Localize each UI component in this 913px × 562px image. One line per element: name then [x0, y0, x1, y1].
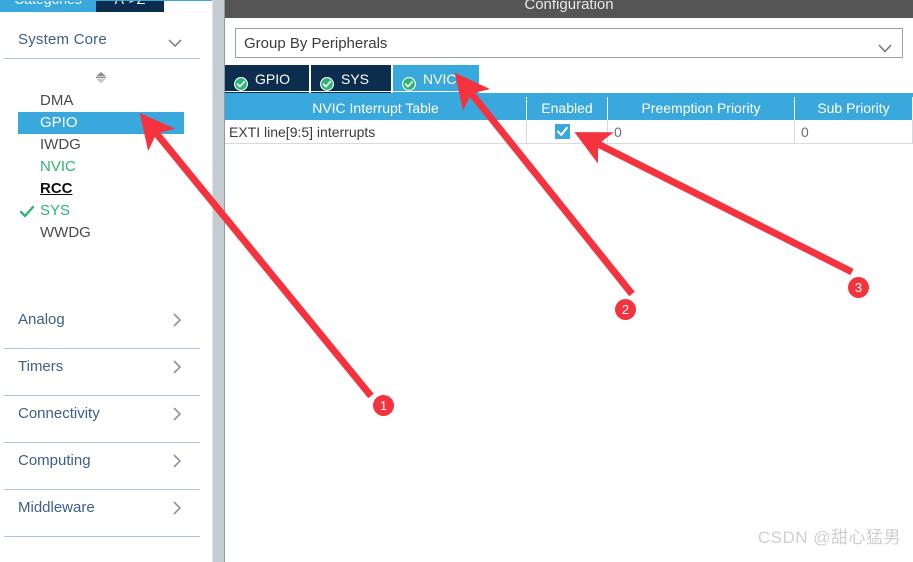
- peripheral-item-iwdg[interactable]: IWDG: [0, 134, 204, 156]
- peripheral-label: WWDG: [40, 224, 91, 241]
- scroll-indicator-icon[interactable]: [93, 71, 109, 85]
- column-header-sub-priority[interactable]: Sub Priority: [795, 97, 913, 120]
- green-check-circle-icon: [320, 72, 334, 91]
- watermark: CSDN @甜心猛男: [757, 528, 901, 547]
- page-title: Configuration: [524, 0, 614, 13]
- tab-nvic[interactable]: NVIC: [393, 65, 479, 93]
- category-item-middleware[interactable]: Middleware: [0, 490, 204, 537]
- peripheral-label: DMA: [40, 92, 74, 109]
- annotation-marker-1: 1: [373, 395, 394, 416]
- category-label: Computing: [18, 452, 91, 469]
- annotation-marker-3: 3: [848, 277, 869, 298]
- cell-preemption-priority[interactable]: 0: [608, 120, 795, 144]
- tabstrip-underline: [0, 0, 212, 1]
- peripheral-item-dma[interactable]: DMA: [0, 90, 204, 112]
- tab-a-to-z[interactable]: A->Z: [96, 0, 164, 12]
- group-header-divider: [4, 58, 200, 59]
- green-check-icon: [19, 204, 35, 218]
- tab-label: GPIO: [255, 71, 291, 87]
- peripheral-item-nvic[interactable]: NVIC: [0, 156, 204, 178]
- category-label: Connectivity: [18, 405, 100, 422]
- chevron-right-icon: [172, 407, 182, 421]
- panel-splitter[interactable]: [212, 0, 225, 562]
- column-header-nvic-interrupt-table[interactable]: NVIC Interrupt Table: [225, 97, 527, 120]
- annotation-marker-2: 2: [615, 299, 636, 320]
- column-header-enabled[interactable]: Enabled: [527, 97, 608, 120]
- tab-sys[interactable]: SYS: [311, 65, 391, 93]
- peripheral-label: RCC: [40, 180, 73, 197]
- group-header-system-core[interactable]: System Core: [0, 26, 204, 58]
- table-row[interactable]: EXTI line[9:5] interrupts 0 0: [225, 120, 913, 144]
- group-by-dropdown[interactable]: Group By Peripherals: [235, 28, 903, 58]
- chevron-right-icon: [172, 360, 182, 374]
- peripheral-list: DMA GPIO IWDG NVIC RCC SYS WWDG: [0, 90, 204, 244]
- category-item-connectivity[interactable]: Connectivity: [0, 396, 204, 443]
- tab-gpio[interactable]: GPIO: [225, 65, 309, 93]
- category-label: Analog: [18, 311, 65, 328]
- column-header-preemption-priority[interactable]: Preemption Priority: [608, 97, 795, 120]
- peripheral-tree-panel: Categories A->Z System Core DMA: [0, 0, 212, 562]
- configuration-titlebar: Configuration: [225, 0, 913, 18]
- chevron-down-icon: [168, 35, 182, 48]
- category-list: Analog Timers Connectivity Computing Mid…: [0, 302, 204, 537]
- category-item-computing[interactable]: Computing: [0, 443, 204, 490]
- cell-interrupt-name: EXTI line[9:5] interrupts: [225, 120, 527, 144]
- nvic-interrupt-table: NVIC Interrupt Table Enabled Preemption …: [225, 97, 913, 144]
- chevron-right-icon: [172, 501, 182, 515]
- peripheral-label: NVIC: [40, 158, 76, 175]
- configuration-panel: Configuration Group By Peripherals GPIO: [225, 0, 913, 562]
- enabled-checkbox[interactable]: [555, 124, 570, 139]
- peripheral-label: GPIO: [40, 114, 78, 131]
- tab-label: SYS: [341, 71, 370, 87]
- category-label: Timers: [18, 358, 64, 375]
- category-label: Middleware: [18, 499, 95, 516]
- category-divider: [4, 536, 200, 537]
- tab-label: NVIC: [423, 71, 457, 87]
- cell-sub-priority[interactable]: 0: [795, 120, 913, 144]
- category-item-analog[interactable]: Analog: [0, 302, 204, 349]
- category-item-timers[interactable]: Timers: [0, 349, 204, 396]
- green-check-circle-icon: [402, 72, 416, 91]
- group-header-label: System Core: [18, 31, 107, 48]
- green-check-circle-icon: [234, 72, 248, 91]
- tab-underline-gap: [225, 91, 913, 92]
- cubemx-pinout-configuration-window: Categories A->Z System Core DMA: [0, 0, 913, 562]
- peripheral-item-wwdg[interactable]: WWDG: [0, 222, 204, 244]
- peripheral-item-gpio[interactable]: GPIO: [18, 112, 184, 134]
- table-header-row: NVIC Interrupt Table Enabled Preemption …: [225, 97, 913, 120]
- left-panel-tabstrip: Categories A->Z: [0, 0, 212, 14]
- peripheral-label: IWDG: [40, 136, 81, 153]
- cell-enabled: [527, 120, 608, 144]
- chevron-down-icon: [878, 40, 892, 53]
- peripheral-item-sys[interactable]: SYS: [0, 200, 204, 222]
- chevron-right-icon: [172, 313, 182, 327]
- peripheral-label: SYS: [40, 202, 71, 219]
- group-by-value: Group By Peripherals: [244, 35, 388, 52]
- peripheral-item-rcc[interactable]: RCC: [0, 178, 204, 200]
- tab-categories[interactable]: Categories: [0, 0, 96, 12]
- chevron-right-icon: [172, 454, 182, 468]
